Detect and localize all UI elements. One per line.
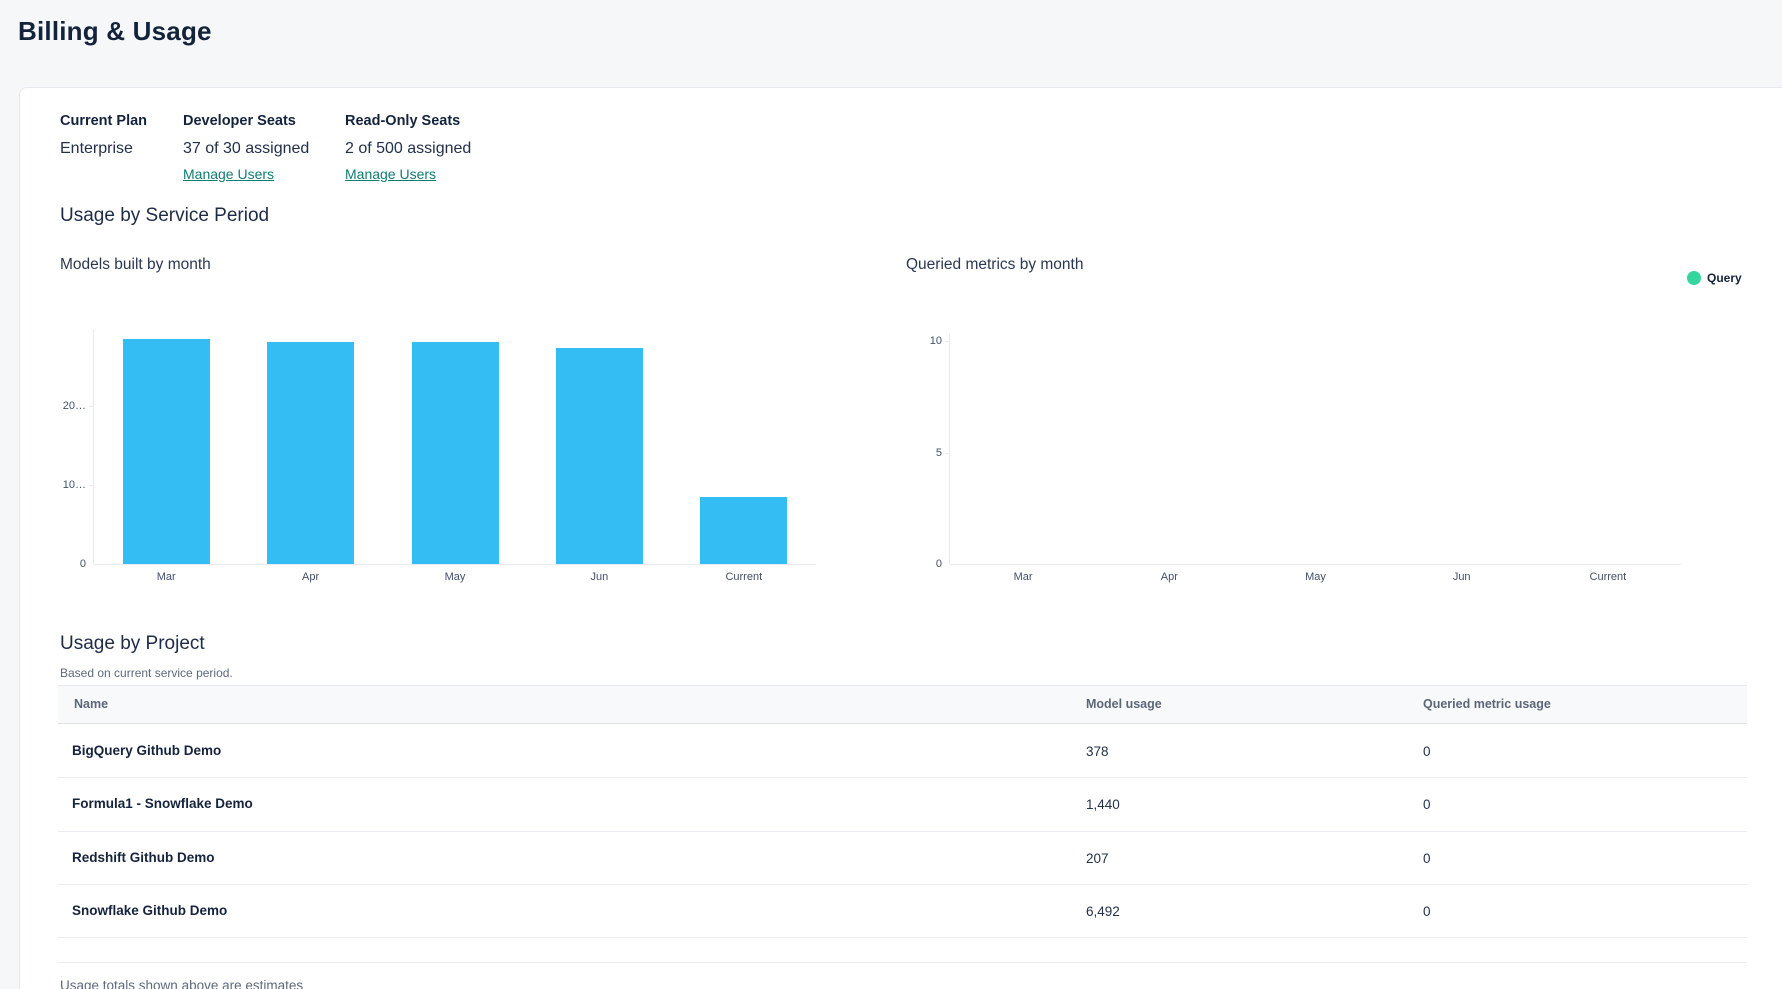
usage-footnote: Usage totals shown above are estimates <box>60 978 303 989</box>
y-axis-tick-label: 5 <box>902 447 942 459</box>
table-header-name: Name <box>74 697 108 711</box>
y-axis-tick-label: 0 <box>902 558 942 570</box>
y-axis-tick-label: 10 <box>902 335 942 347</box>
query-legend-label: Query <box>1707 271 1742 285</box>
billing-card: Current Plan Enterprise Developer Seats … <box>19 87 1782 989</box>
manage-users-link-developer[interactable]: Manage Users <box>183 166 274 182</box>
usage-project-subtitle: Based on current service period. <box>60 666 233 680</box>
page-title: Billing & Usage <box>18 16 212 47</box>
table-header-queried-metric-usage: Queried metric usage <box>1423 697 1551 711</box>
bar-may <box>412 342 499 564</box>
queried-metric-usage-value: 0 <box>1423 797 1431 812</box>
model-usage-value: 207 <box>1086 851 1109 866</box>
row-divider <box>58 777 1747 778</box>
table-bottom-divider <box>58 962 1747 963</box>
project-name: Redshift Github Demo <box>72 850 215 865</box>
model-usage-value: 1,440 <box>1086 797 1120 812</box>
x-axis-tick-label: Apr <box>1124 571 1214 583</box>
x-axis-tick-label: Mar <box>121 571 211 583</box>
current-plan-label: Current Plan <box>60 113 147 129</box>
models-built-chart-title: Models built by month <box>60 256 211 274</box>
row-divider <box>58 937 1747 938</box>
row-divider <box>58 884 1747 885</box>
x-axis-tick-label: Mar <box>978 571 1068 583</box>
models-built-chart: 0 10… 20… Mar Apr May Jun Current <box>20 88 1782 989</box>
project-name: BigQuery Github Demo <box>72 743 221 758</box>
model-usage-value: 6,492 <box>1086 904 1120 919</box>
queried-metric-usage-value: 0 <box>1423 744 1431 759</box>
y-axis-tick-label: 20… <box>46 400 86 412</box>
table-header-model-usage: Model usage <box>1086 697 1162 711</box>
manage-users-link-readonly[interactable]: Manage Users <box>345 166 436 182</box>
readonly-seats-value: 2 of 500 assigned <box>345 140 471 158</box>
query-legend: Query <box>1687 271 1742 285</box>
queried-metrics-chart-title: Queried metrics by month <box>906 256 1083 274</box>
developer-seats-value: 37 of 30 assigned <box>183 140 309 158</box>
current-plan-value: Enterprise <box>60 140 133 158</box>
bar-apr <box>267 342 354 564</box>
readonly-seats-label: Read-Only Seats <box>345 113 460 129</box>
usage-project-title: Usage by Project <box>60 633 205 655</box>
model-usage-value: 378 <box>1086 744 1109 759</box>
queried-metric-usage-value: 0 <box>1423 904 1431 919</box>
x-axis-tick-label: Current <box>1563 571 1653 583</box>
x-axis-tick-label: Jun <box>1417 571 1507 583</box>
queried-metric-usage-value: 0 <box>1423 851 1431 866</box>
developer-seats-label: Developer Seats <box>183 113 296 129</box>
x-axis-tick-label: Apr <box>266 571 356 583</box>
row-divider <box>58 831 1747 832</box>
x-axis-tick-label: Jun <box>554 571 644 583</box>
usage-service-period-title: Usage by Service Period <box>60 205 269 227</box>
bar-mar <box>123 339 210 564</box>
query-legend-dot-icon <box>1687 271 1701 285</box>
y-axis-tick-label: 10… <box>46 479 86 491</box>
project-name: Snowflake Github Demo <box>72 903 227 918</box>
x-axis-tick-label: May <box>1271 571 1361 583</box>
x-axis-tick-label: May <box>410 571 500 583</box>
bar-current <box>700 497 787 564</box>
x-axis-tick-label: Current <box>699 571 789 583</box>
y-axis-tick-label: 0 <box>46 558 86 570</box>
project-name: Formula1 - Snowflake Demo <box>72 796 253 811</box>
bar-jun <box>556 348 643 564</box>
queried-metrics-chart: 0 5 10 Mar Apr May Jun Current <box>20 88 1782 989</box>
